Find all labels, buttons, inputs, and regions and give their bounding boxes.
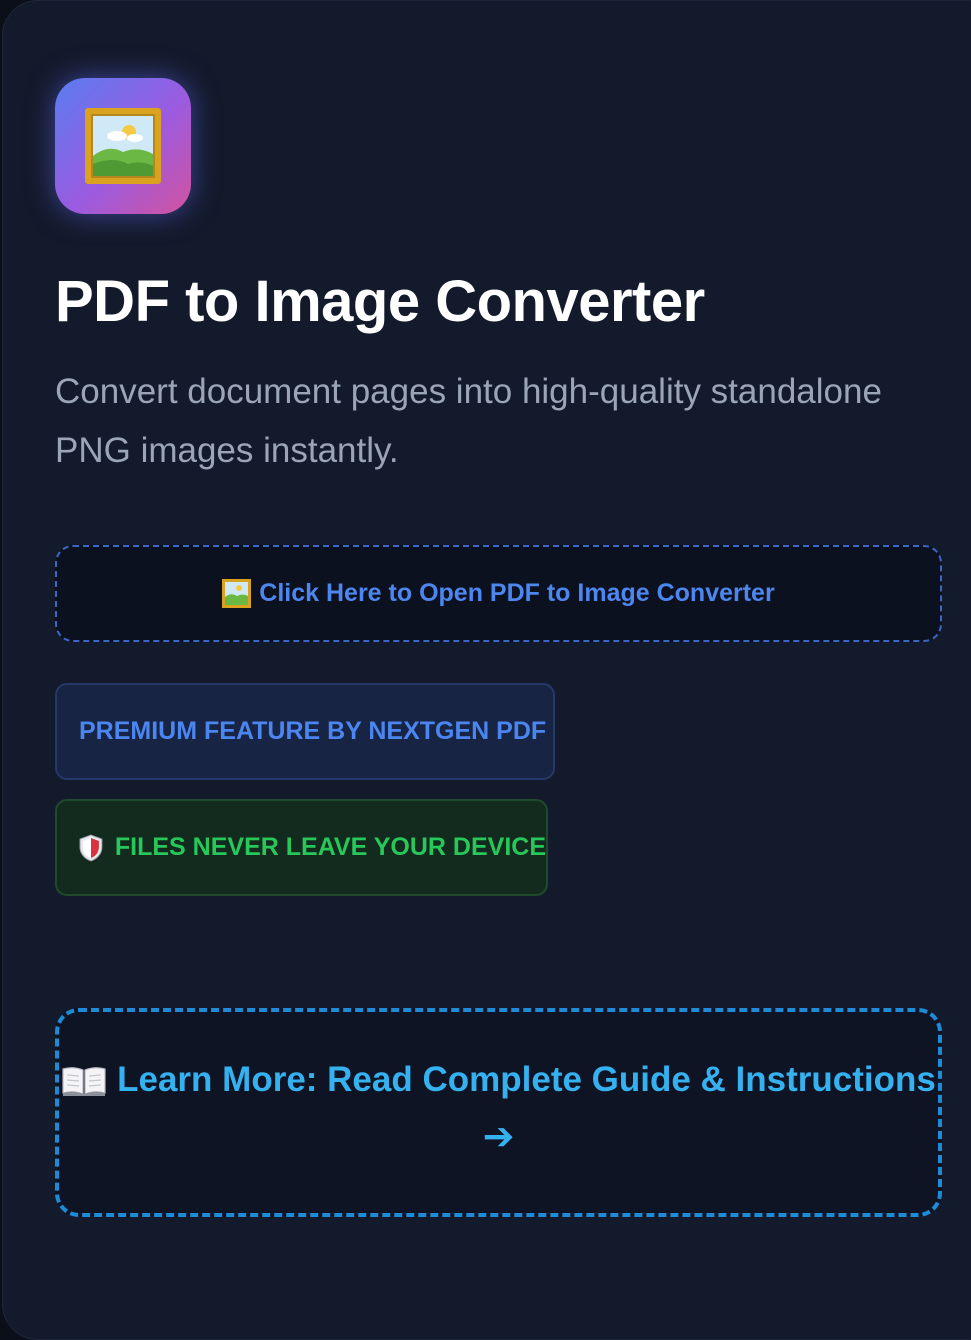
privacy-label: FILES NEVER LEAVE YOUR DEVICE xyxy=(114,833,546,861)
learn-more-label: Learn More: Read Complete Guide & Instru… xyxy=(117,1060,936,1099)
open-converter-button[interactable]: Click Here to Open PDF to Image Converte… xyxy=(55,545,942,642)
open-converter-label: Click Here to Open PDF to Image Converte… xyxy=(259,579,775,607)
app-icon xyxy=(55,78,191,214)
shield-icon xyxy=(79,834,103,861)
framed-picture-icon xyxy=(222,579,252,608)
framed-picture-icon xyxy=(85,108,161,184)
premium-feature-badge: PREMIUM FEATURE BY NEXTGEN PDF xyxy=(55,683,555,780)
privacy-badge: FILES NEVER LEAVE YOUR DEVICE xyxy=(55,799,548,896)
page-title: PDF to Image Converter xyxy=(55,269,705,334)
page-subtitle: Convert document pages into high-quality… xyxy=(55,372,882,470)
arrow-right-icon: ➔ xyxy=(482,1116,515,1158)
open-book-icon xyxy=(62,1067,106,1096)
learn-more-button[interactable]: Learn More: Read Complete Guide & Instru… xyxy=(55,1008,942,1217)
premium-feature-label: PREMIUM FEATURE BY NEXTGEN PDF xyxy=(79,717,547,745)
